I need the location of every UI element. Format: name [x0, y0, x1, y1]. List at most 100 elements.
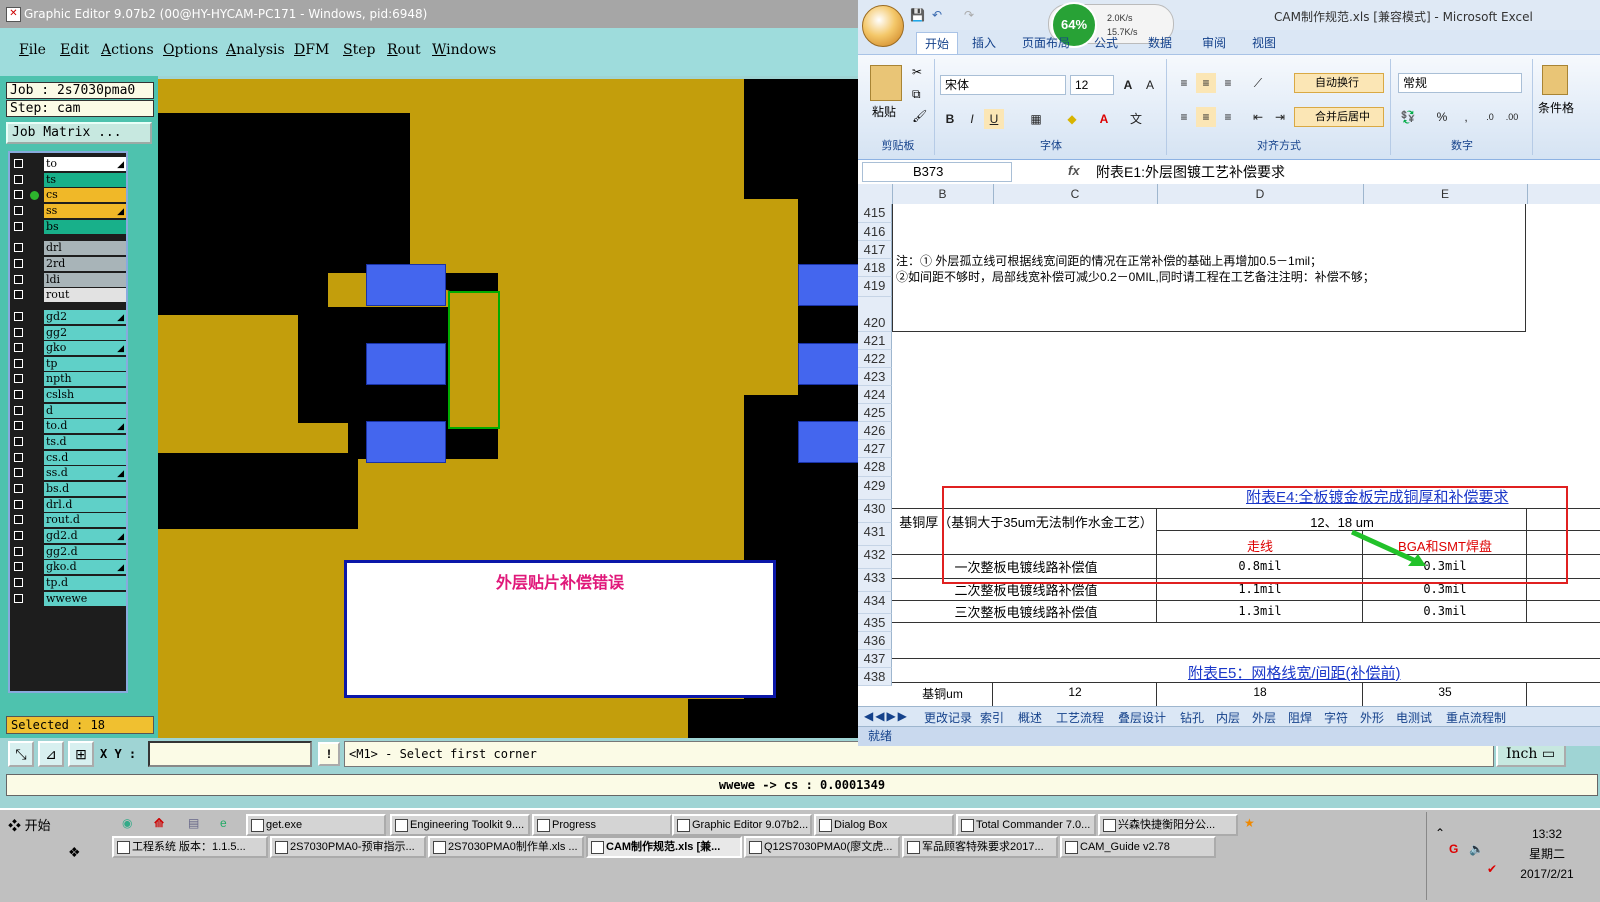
select-all[interactable] [858, 184, 893, 204]
calculator-icon[interactable]: ▤ [188, 816, 204, 832]
smt-pad[interactable] [798, 421, 858, 463]
layer-checkbox[interactable] [14, 437, 23, 447]
star-icon[interactable]: ★ [1244, 816, 1260, 832]
tab-data[interactable]: 数据 [1148, 34, 1172, 51]
name-box[interactable]: B373 [862, 162, 1012, 182]
menu-file[interactable]: File [19, 42, 46, 58]
layer-row[interactable]: drl [10, 241, 126, 256]
column-header[interactable]: D [1157, 184, 1364, 204]
layer-row[interactable]: d [10, 403, 126, 418]
row-header[interactable]: 419 [858, 277, 892, 297]
layer-row[interactable]: rout [10, 288, 126, 303]
sheet-tab[interactable]: 外层 [1252, 709, 1276, 726]
layer-checkbox[interactable] [14, 421, 23, 431]
layer-checkbox[interactable] [14, 374, 23, 384]
format-painter-icon[interactable]: 🖌 [912, 109, 927, 123]
fx-icon[interactable]: fx [1068, 163, 1080, 178]
decrease-decimal-icon[interactable]: .00 [1502, 107, 1522, 127]
smt-pad[interactable] [366, 343, 446, 385]
indent-decrease-icon[interactable]: ⇤ [1248, 107, 1268, 127]
sheet-tab[interactable]: 阻焊 [1288, 709, 1312, 726]
increase-decimal-icon[interactable]: .0 [1480, 107, 1500, 127]
layer-checkbox[interactable] [14, 593, 23, 603]
layer-name[interactable]: cslsh [44, 388, 126, 403]
taskbar-button[interactable]: Q12S7030PMA0(廖文虎... [744, 836, 900, 858]
layer-checkbox[interactable] [14, 405, 23, 415]
sheet-nav-icon[interactable]: ◀◀▶▶ [864, 709, 909, 723]
layer-row[interactable]: rout.d [10, 513, 126, 528]
layer-name[interactable]: gg2.d [44, 544, 126, 559]
layer-name[interactable]: ss [44, 203, 126, 218]
sheet-tab[interactable]: 重点流程制 [1446, 709, 1506, 726]
layer-name[interactable]: ldi [44, 272, 126, 287]
tab-view[interactable]: 视图 [1252, 34, 1276, 51]
layer-name[interactable]: gd2.d [44, 528, 126, 543]
align-bottom-icon[interactable]: ≡ [1218, 73, 1238, 93]
layer-checkbox[interactable] [14, 546, 23, 556]
layer-checkbox[interactable] [14, 190, 23, 200]
menu-windows[interactable]: Windows [432, 42, 496, 58]
layer-name[interactable]: 2rd [44, 256, 126, 271]
layer-row[interactable]: cslsh [10, 388, 126, 403]
sheet-tab[interactable]: 索引 [980, 709, 1004, 726]
layer-checkbox[interactable] [14, 343, 23, 353]
row-header[interactable]: 430 [858, 500, 892, 523]
layer-checkbox[interactable] [14, 390, 23, 400]
tab-review[interactable]: 审阅 [1202, 34, 1226, 51]
font-size-select[interactable]: 12 [1070, 75, 1114, 95]
row-header[interactable]: 423 [858, 368, 892, 386]
menu-edit[interactable]: Edit [60, 42, 89, 58]
taskbar-button[interactable]: 2S7030PMA0制作单.xls ... [428, 836, 584, 858]
layer-checkbox[interactable] [14, 205, 23, 215]
font-name-select[interactable]: 宋体 [940, 75, 1066, 95]
bold-icon[interactable]: B [940, 109, 960, 129]
layer-name[interactable]: gko [44, 341, 126, 356]
taskbar-button[interactable]: get.exe [246, 814, 386, 836]
save-icon[interactable]: 💾 [910, 8, 925, 22]
sheet-tab[interactable]: 电测试 [1396, 709, 1432, 726]
layer-checkbox[interactable] [14, 452, 23, 462]
layer-name[interactable]: d [44, 403, 126, 418]
cut-icon[interactable]: ✂ [912, 65, 922, 79]
taskbar-button[interactable]: Total Commander 7.0... [956, 814, 1096, 836]
row-header[interactable]: 429 [858, 477, 892, 500]
layer-row[interactable]: gd2.d ◢ [10, 528, 126, 543]
sheet-tab[interactable]: 字符 [1324, 709, 1348, 726]
row-header[interactable]: 426 [858, 422, 892, 440]
layer-checkbox[interactable] [14, 174, 23, 184]
layer-checkbox[interactable] [14, 577, 23, 587]
align-top-icon[interactable]: ≡ [1174, 73, 1194, 93]
row-header[interactable]: 437 [858, 650, 892, 668]
layer-row[interactable]: 2rd [10, 256, 126, 271]
layer-name[interactable]: drl.d [44, 497, 126, 512]
layer-checkbox[interactable] [14, 327, 23, 337]
layer-checkbox[interactable] [14, 499, 23, 509]
layer-name[interactable]: rout [44, 288, 126, 303]
layer-row[interactable]: npth [10, 372, 126, 387]
indent-increase-icon[interactable]: ⇥ [1270, 107, 1290, 127]
tab-home[interactable]: 开始 [916, 32, 959, 55]
layer-row[interactable]: ldi [10, 272, 126, 287]
antivirus-icon[interactable]: ✔ [1487, 862, 1497, 876]
quicklaunch-icon[interactable]: ◉ [122, 816, 138, 832]
layer-row[interactable]: gko.d ◢ [10, 560, 126, 575]
layer-name[interactable]: bs.d [44, 482, 126, 496]
layer-name[interactable]: gko.d [44, 560, 126, 575]
alert-icon[interactable]: ! [318, 742, 340, 766]
row-header[interactable]: 425 [858, 404, 892, 422]
layer-row[interactable]: bs [10, 219, 126, 234]
row-header[interactable]: 416 [858, 223, 892, 241]
layer-checkbox[interactable] [14, 159, 23, 168]
taskbar-button[interactable]: Progress [532, 814, 672, 836]
menu-rout[interactable]: Rout [387, 42, 421, 58]
layer-name[interactable]: gd2 [44, 309, 126, 324]
clock[interactable]: 13:32 星期二 2017/2/21 [1507, 824, 1587, 884]
layer-name[interactable]: to [44, 157, 126, 171]
layer-checkbox[interactable] [14, 358, 23, 368]
paste-icon[interactable] [870, 65, 902, 101]
layer-name[interactable]: cs.d [44, 450, 126, 465]
layer-row[interactable]: gd2 ◢ [10, 309, 126, 324]
layer-row[interactable]: gg2.d [10, 544, 126, 559]
formula-input[interactable]: 附表E1:外层图镀工艺补偿要求 [1096, 162, 1285, 182]
taskbar-button[interactable]: 工程系统 版本：1.1.5... [112, 836, 268, 858]
